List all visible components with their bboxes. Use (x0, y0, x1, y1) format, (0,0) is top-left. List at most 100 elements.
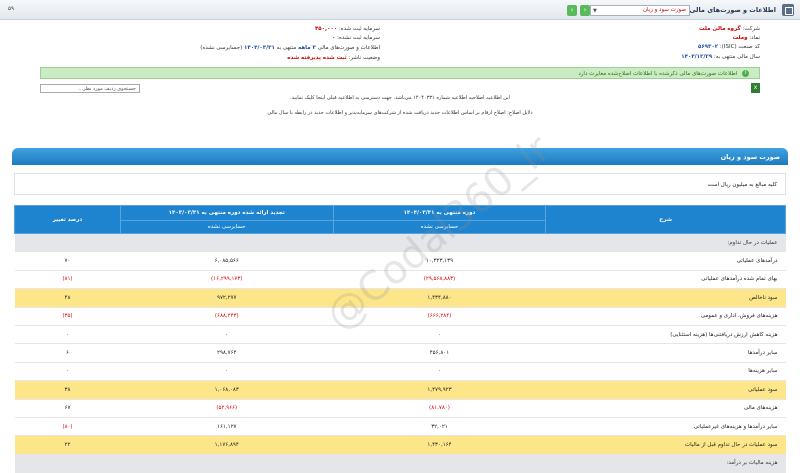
report-type-select[interactable]: صورت سود و زیان ▼ (590, 5, 690, 16)
report-header: شرکت: گروه مالی ملت نماد: وملت کد صنعت (… (40, 22, 760, 70)
period-row: اطلاعات و صورت‌های مالی ۳ ماهه منتهی به … (200, 45, 380, 51)
cell-p2: (۵۲,۹۶۶) (120, 399, 334, 418)
cell-pct: ۰ (14, 362, 121, 382)
table-row: سایر درآمدها ۴۵۶,۸۰۱ ۲۹۸,۷۶۴ ۶ (14, 343, 786, 363)
table-row: عملیات در حال تداوم: (14, 233, 786, 253)
cell-p1: ۰ (333, 325, 546, 345)
table-row: هزینه‌های فروش، اداری و عمومی (۶۶۶,۲۸۴) (۶… (14, 307, 786, 326)
next-report-button[interactable]: › (580, 5, 590, 16)
info-icon: i (742, 70, 749, 77)
cell-p2: ۲۹۸,۷۶۴ (120, 343, 334, 363)
cell-p2: ۶,۰۸۵,۵۶۶ (120, 251, 334, 271)
cell-p2: (۶۸۸,۲۴۳) (120, 307, 334, 326)
cell-desc: هزینه‌های فروش، اداری و عمومی (545, 307, 786, 326)
cell-desc: هزینه‌های مالی (545, 399, 786, 418)
cell-p1: (۶۶۶,۲۸۴) (333, 307, 546, 326)
col-header-period2: تجدید ارائه شده دوره منتهی به ۱۴۰۳/۰۳/۳۱ (119, 205, 334, 221)
cell-p1 (333, 454, 546, 473)
table-row: سایر هزینه‌ها ۰ ۰ ۰ (14, 362, 786, 382)
report-type-value: صورت سود و زیان (642, 7, 686, 13)
unit-note: کلیه مبالغ به میلیون ریال است (14, 173, 786, 195)
cell-p2: ۰ (120, 325, 334, 345)
cell-pct (14, 454, 121, 473)
table-row: سایر درآمدها و هزینه‌های غیرعملیاتی ۳۲,۰۲… (14, 417, 786, 437)
cell-pct: (۸۱) (14, 270, 121, 290)
table-row: هزینه کاهش ارزش دریافتنی‌ها (هزینه استثن… (14, 325, 786, 345)
table-row: سود عملیات در حال تداوم قبل از مالیات ۱,۴… (14, 435, 786, 455)
cell-desc: سایر درآمدها (545, 343, 786, 363)
cell-p2: ۱۶۱,۱۲۷ (120, 417, 334, 437)
col-header-pct: درصد تغییر (14, 205, 121, 234)
cell-p2: ۹۷۲,۲۷۷ (120, 288, 334, 308)
col-subheader-period1: حسابرسی نشده (332, 220, 547, 234)
amendment-notice: این اطلاعیه اصلاحیه اطلاعیه شماره ۱۴۰۴۰۳… (290, 95, 510, 101)
cell-p1: ۱,۴۳۴,۸۸۰ (333, 288, 546, 308)
prev-report-button[interactable]: ‹ (567, 5, 577, 16)
cell-p1: (۲۹,۵۶۸,۸۸۳) (333, 270, 546, 290)
cell-pct: ۷۰ (14, 251, 121, 271)
cell-p2: ۱,۱۷۶,۸۹۴ (120, 435, 334, 455)
cell-p1: ۰ (333, 362, 546, 382)
period-end-date: ۱۴۰۴/۰۳/۳۱ (244, 45, 275, 51)
cell-pct: ۳۸ (14, 380, 121, 400)
app-title: اطلاعات و صورت‌های مالی (689, 6, 776, 14)
cell-p1: ۱۰,۳۲۳,۱۳۹ (333, 251, 546, 271)
col-subheader-period2: حسابرسی نشده (119, 220, 334, 234)
fiscal-year-value: ۱۴۰۳/۱۲/۲۹ (681, 54, 713, 60)
table-row: هزینه مالیات بر درآمد: (14, 454, 786, 473)
chevron-down-icon: ▼ (593, 8, 597, 14)
company-row: شرکت: گروه مالی ملت (699, 26, 760, 32)
amendment-info-bar: i اطلاعات صورت‌های مالی ذکرشده با اطلاعا… (40, 67, 760, 79)
cell-p1: (۸۱,۷۸۰) (333, 399, 546, 418)
cell-p2: ۰ (120, 362, 334, 382)
cell-desc: سود ناخالص (545, 288, 786, 308)
section-title: صورت سود و زیان (12, 148, 788, 165)
table-row: درآمدهای عملیاتی ۱۰,۳۲۳,۱۳۹ ۶,۰۸۵,۵۶۶ ۷۰ (14, 251, 786, 271)
cell-desc: هزینه مالیات بر درآمد: (545, 454, 786, 473)
cell-p1: ۴۵۶,۸۰۱ (333, 343, 546, 363)
top-bar: اطلاعات و صورت‌های مالی صورت سود و زیان … (0, 0, 800, 20)
unregistered-capital-value: ۰ (331, 35, 336, 41)
cell-p2 (120, 454, 334, 473)
cell-desc: عملیات در حال تداوم: (545, 233, 786, 253)
cell-desc: سایر هزینه‌ها (545, 362, 786, 382)
cell-p1: ۳۲,۰۲۱ (333, 417, 546, 437)
amendment-reason: دلایل اصلاح: اصلاح ارقام بر اساس اطلاعات… (267, 110, 533, 116)
symbol-row: نماد: وملت (732, 35, 760, 41)
cell-pct: ۴۸ (14, 288, 121, 308)
cell-pct: (۸۰) (14, 417, 121, 437)
isic-row: کد صنعت (ISIC): ۵۶۹۳۰۲ (697, 44, 760, 50)
fiscal-year-row: سال مالی منتهی به: ۱۴۰۳/۱۲/۲۹ (681, 54, 760, 60)
income-statement-table: شرح دوره منتهی به ۱۴۰۴/۰۳/۳۱ تجدید ارائه… (14, 205, 786, 473)
amendment-info-text: اطلاعات صورت‌های مالی ذکرشده با اطلاعات … (578, 71, 738, 77)
cell-p1: ۱,۴۷۹,۹۲۳ (333, 380, 546, 400)
capital-value: ۴۵۰,۰۰۰ (314, 26, 338, 32)
cell-p1: ۱,۴۳۰,۱۶۴ (333, 435, 546, 455)
table-row: سود ناخالص ۱,۴۳۴,۸۸۰ ۹۷۲,۲۷۷ ۴۸ (14, 288, 786, 308)
cell-p2 (120, 233, 334, 253)
symbol-value: وملت (732, 35, 748, 41)
company-name: گروه مالی ملت (699, 26, 741, 32)
status-row: وضعیت ناشر: ثبت شده پذیرفته شده (287, 55, 380, 61)
app-logo-icon (782, 4, 794, 16)
table-row: هزینه‌های مالی (۸۱,۷۸۰) (۵۲,۹۶۶) ۶۷ (14, 399, 786, 418)
col-header-period1: دوره منتهی به ۱۴۰۴/۰۳/۳۱ (332, 205, 547, 221)
page-number: ۵۹ (8, 6, 14, 12)
cell-desc: درآمدهای عملیاتی (545, 251, 786, 271)
col-header-desc: شرح (545, 205, 786, 234)
excel-export-icon[interactable]: x (751, 83, 760, 93)
unregistered-capital-row: سرمایه ثبت نشده: ۰ (331, 35, 380, 41)
capital-row: سرمایه ثبت شده: ۴۵۰,۰۰۰ (314, 26, 380, 32)
cell-pct: ۰ (14, 325, 121, 345)
table-row: سود عملیاتی ۱,۴۷۹,۹۲۳ ۱,۰۶۸,۰۸۳ ۳۸ (14, 380, 786, 400)
cell-pct: (۳۵) (14, 307, 121, 326)
cell-p1 (333, 233, 546, 253)
table-row: بهای تمام شده درآمدهای عملیاتی (۲۹,۵۶۸,۸۸… (14, 270, 786, 290)
cell-desc: سود عملیات در حال تداوم قبل از مالیات (545, 435, 786, 455)
cell-p2: (۱۶,۲۹۹,۱۷۳) (120, 270, 334, 290)
row-search-input[interactable]: جستجوی ردیف مورد نظر... (40, 84, 140, 93)
publisher-status: ثبت شده پذیرفته شده (287, 55, 347, 61)
cell-desc: بهای تمام شده درآمدهای عملیاتی (545, 270, 786, 290)
cell-desc: هزینه کاهش ارزش دریافتنی‌ها (هزینه استثن… (545, 325, 786, 345)
cell-pct: ۶۷ (14, 399, 121, 418)
